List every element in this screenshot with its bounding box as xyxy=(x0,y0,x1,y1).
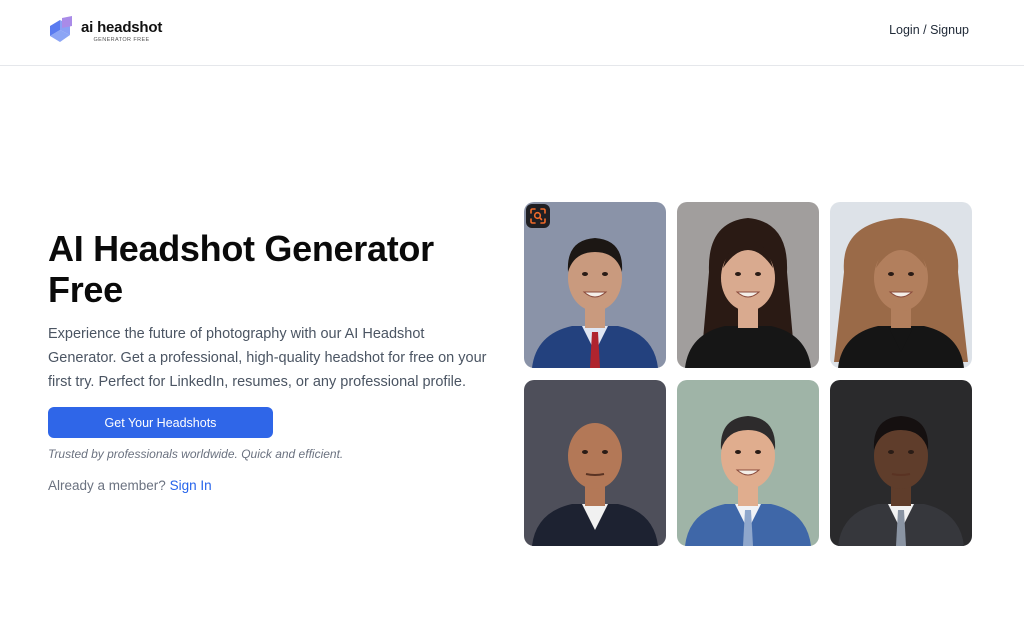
portrait-image xyxy=(830,202,972,368)
portrait-image xyxy=(830,380,972,546)
headshot-photo-woman-wavy-hair[interactable] xyxy=(830,202,972,368)
logo[interactable]: ai headshot GENERATOR FREE xyxy=(48,16,162,46)
portrait-image xyxy=(677,380,819,546)
logo-title: ai headshot xyxy=(81,18,163,36)
title-line-2: Free xyxy=(48,269,123,310)
logo-subtitle: GENERATOR FREE xyxy=(93,36,150,43)
headshot-photo-bald-man-dark-suit[interactable] xyxy=(524,380,666,546)
portrait-image xyxy=(677,202,819,368)
hero-section: AI Headshot Generator Free Experience th… xyxy=(48,228,498,493)
page-title: AI Headshot Generator Free xyxy=(48,228,498,310)
headshot-photo-woman-black-blazer[interactable] xyxy=(677,202,819,368)
headshot-photo-man-blue-suit-red-tie[interactable] xyxy=(524,202,666,368)
headshot-gallery xyxy=(524,202,972,546)
logo-mark-icon xyxy=(50,16,72,42)
sign-in-link[interactable]: Sign In xyxy=(170,478,212,493)
trusted-text: Trusted by professionals worldwide. Quic… xyxy=(48,447,344,461)
headshot-photo-young-man-blue-blazer[interactable] xyxy=(677,380,819,546)
top-nav: ai headshot GENERATOR FREE Login / Signu… xyxy=(0,0,1024,66)
portrait-image xyxy=(524,380,666,546)
headshot-photo-man-grey-suit[interactable] xyxy=(830,380,972,546)
login-signup-link[interactable]: Login / Signup xyxy=(889,23,969,37)
get-headshots-button[interactable]: Get Your Headshots xyxy=(48,407,273,438)
member-prompt: Already a member? Sign In xyxy=(48,478,498,493)
title-line-1: AI Headshot Generator xyxy=(48,228,434,269)
scan-search-glyph xyxy=(530,208,546,224)
member-prompt-text: Already a member? xyxy=(48,478,166,493)
scan-search-icon[interactable] xyxy=(526,204,550,228)
hero-description: Experience the future of photography wit… xyxy=(48,326,487,390)
